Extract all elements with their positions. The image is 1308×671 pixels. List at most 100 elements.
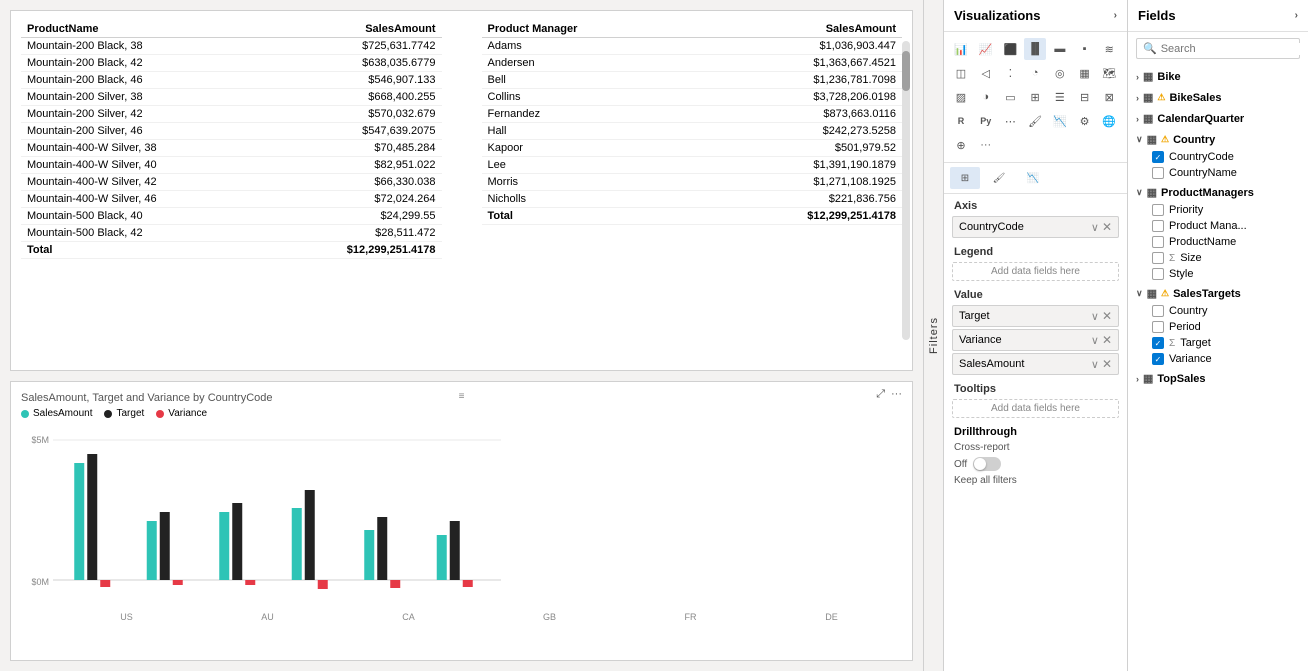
cell-amount: $3,728,206.0198 xyxy=(693,89,902,106)
field-item[interactable]: ΣSize xyxy=(1128,250,1308,266)
viz-icon-stack[interactable]: ▬ xyxy=(1049,38,1071,60)
viz-icon-format[interactable]: 🖌 xyxy=(1024,110,1046,132)
fields-panel: Fields › 🔍 › ▦ Bike› ▦ ⚠ BikeSales› ▦ Ca… xyxy=(1128,0,1308,671)
viz-icon-ribbon[interactable]: ≋ xyxy=(1098,38,1120,60)
viz-icon-bar[interactable]: 📊 xyxy=(950,38,972,60)
viz-icon-100pct[interactable]: ▪ xyxy=(1074,38,1096,60)
field-group-header[interactable]: › ▦ TopSales xyxy=(1128,369,1308,388)
field-checkbox[interactable] xyxy=(1152,321,1164,333)
field-checkbox[interactable] xyxy=(1152,204,1164,216)
field-group-header[interactable]: › ▦ Bike xyxy=(1128,67,1308,86)
viz-icon-map[interactable]: 🗺 xyxy=(1098,62,1120,84)
value-chip-chevron[interactable]: ∨ xyxy=(1091,334,1099,347)
field-checkbox[interactable] xyxy=(1152,236,1164,248)
cross-report-label: Cross-report xyxy=(954,442,1117,453)
viz-icon-funnel[interactable]: ◁ xyxy=(975,62,997,84)
format-btn[interactable]: 🖌 xyxy=(984,167,1014,189)
viz-icon-kpi[interactable]: ⊞ xyxy=(1024,86,1046,108)
field-group-header[interactable]: ∨ ▦ ⚠ SalesTargets xyxy=(1128,284,1308,303)
x-label: FR xyxy=(620,612,761,622)
field-checkbox[interactable] xyxy=(1152,167,1164,179)
field-item[interactable]: Period xyxy=(1128,319,1308,335)
cell-product: Mountain-500 Black, 40 xyxy=(21,208,267,225)
viz-icon-matrix[interactable]: ⊠ xyxy=(1098,86,1120,108)
viz-icon-analytics[interactable]: 📉 xyxy=(1049,110,1071,132)
viz-icon-filled-map[interactable]: ▨ xyxy=(950,86,972,108)
viz-icon-card[interactable]: ▭ xyxy=(999,86,1021,108)
field-group-header[interactable]: ∨ ▦ ⚠ Country xyxy=(1128,130,1308,149)
cell-manager: Kapoor xyxy=(482,140,693,157)
viz-icon-cluster-bar[interactable]: ▐▌ xyxy=(1024,38,1046,60)
field-group-header[interactable]: ∨ ▦ ProductManagers xyxy=(1128,183,1308,202)
expand-icon[interactable]: ⤢ xyxy=(876,388,885,401)
viz-icon-slicer[interactable]: ☰ xyxy=(1049,86,1071,108)
viz-icon-table[interactable]: ⊟ xyxy=(1074,86,1096,108)
viz-icon-custom[interactable]: ⋯ xyxy=(999,110,1021,132)
table-row: Mountain-200 Black, 46$546,907.133 xyxy=(21,72,442,89)
field-item[interactable]: Priority xyxy=(1128,202,1308,218)
fields-panel-expand[interactable]: › xyxy=(1295,10,1298,21)
viz-icon-scatter[interactable]: ⁚ xyxy=(999,62,1021,84)
field-checkbox[interactable] xyxy=(1152,353,1164,365)
field-item[interactable]: ΣTarget xyxy=(1128,335,1308,351)
viz-icon-py[interactable]: Py xyxy=(975,110,997,132)
cell-amount: $242,273.5258 xyxy=(693,123,902,140)
filters-tab[interactable]: Filters xyxy=(923,0,943,671)
field-item[interactable]: Style xyxy=(1128,266,1308,282)
axis-chip-chevron[interactable]: ∨ xyxy=(1091,221,1099,234)
field-item[interactable]: CountryName xyxy=(1128,165,1308,181)
field-name: Size xyxy=(1180,252,1300,264)
field-checkbox[interactable] xyxy=(1152,252,1164,264)
field-item[interactable]: Variance xyxy=(1128,351,1308,367)
more-options-icon[interactable]: ··· xyxy=(891,388,902,401)
cell-manager: Lee xyxy=(482,157,693,174)
cell-amount: $1,391,190.1879 xyxy=(693,157,902,174)
field-checkbox[interactable] xyxy=(1152,268,1164,280)
field-item[interactable]: Product Mana... xyxy=(1128,218,1308,234)
field-group: › ▦ ⚠ BikeSales xyxy=(1128,88,1308,107)
value-chip-chevron[interactable]: ∨ xyxy=(1091,310,1099,323)
bar-variance xyxy=(100,580,110,587)
viz-icon-gauge[interactable]: ◑ xyxy=(975,86,997,108)
search-input[interactable] xyxy=(1161,43,1303,55)
viz-icon-waterfall[interactable]: ◫ xyxy=(950,62,972,84)
warning-icon: ⚠ xyxy=(1157,92,1165,103)
field-checkbox[interactable] xyxy=(1152,337,1164,349)
resize-handle-top[interactable]: ≡ xyxy=(459,388,465,402)
cell-amount: $66,330.038 xyxy=(267,174,442,191)
axis-chip-remove[interactable]: ✕ xyxy=(1102,220,1112,234)
viz-icon-treemap[interactable]: ▦ xyxy=(1074,62,1096,84)
value-chip-chevron[interactable]: ∨ xyxy=(1091,358,1099,371)
field-group-header[interactable]: › ▦ CalendarQuarter xyxy=(1128,109,1308,128)
value-chip-remove[interactable]: ✕ xyxy=(1102,357,1112,371)
vertical-scrollbar-1[interactable] xyxy=(902,41,910,340)
cell-amount: $1,363,667.4521 xyxy=(693,55,902,72)
field-item[interactable]: Country xyxy=(1128,303,1308,319)
viz-icon-area[interactable]: ⬛ xyxy=(999,38,1021,60)
field-group-header[interactable]: › ▦ ⚠ BikeSales xyxy=(1128,88,1308,107)
bar-target xyxy=(377,517,387,580)
viz-icon-r[interactable]: R xyxy=(950,110,972,132)
toggle-switch[interactable] xyxy=(973,457,1001,471)
field-checkbox[interactable] xyxy=(1152,305,1164,317)
field-item[interactable]: CountryCode xyxy=(1128,149,1308,165)
viz-icon-donut[interactable]: ◎ xyxy=(1049,62,1071,84)
viz-panel-expand[interactable]: › xyxy=(1114,10,1117,21)
field-btn[interactable]: ⊞ xyxy=(950,167,980,189)
legend-label: Variance xyxy=(168,408,207,419)
viz-icon-globe[interactable]: 🌐 xyxy=(1098,110,1120,132)
value-chip-remove[interactable]: ✕ xyxy=(1102,309,1112,323)
viz-icon-line[interactable]: 📈 xyxy=(975,38,997,60)
legend-add-fields[interactable]: Add data fields here xyxy=(952,262,1119,281)
viz-icon-pie[interactable]: ◔ xyxy=(1024,62,1046,84)
viz-icon-fields-btn[interactable]: ⚙ xyxy=(1074,110,1096,132)
value-chip-remove[interactable]: ✕ xyxy=(1102,333,1112,347)
viz-icon-power[interactable]: ⊕ xyxy=(950,134,972,156)
field-item[interactable]: ProductName xyxy=(1128,234,1308,250)
field-checkbox[interactable] xyxy=(1152,220,1164,232)
viz-icon-ellipsis[interactable]: ··· xyxy=(975,134,997,156)
field-checkbox[interactable] xyxy=(1152,151,1164,163)
analytics-btn[interactable]: 📉 xyxy=(1018,167,1048,189)
cell-amount: $668,400.255 xyxy=(267,89,442,106)
tooltips-add-fields[interactable]: Add data fields here xyxy=(952,399,1119,418)
